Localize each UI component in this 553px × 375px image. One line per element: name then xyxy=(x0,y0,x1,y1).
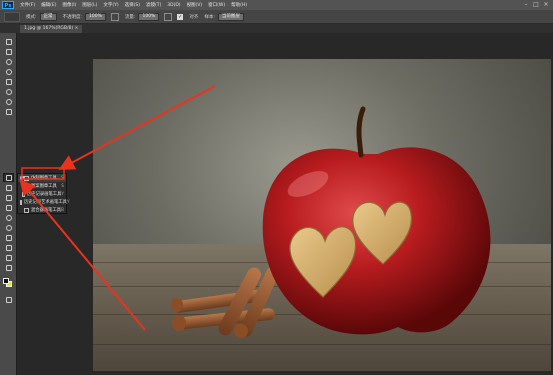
flyout-item-shortcut: S xyxy=(61,175,64,181)
document-tab[interactable]: 1.jpg @ 167%(RGB/8) × xyxy=(20,25,83,33)
menu-filter[interactable]: 滤镜(T) xyxy=(146,2,161,8)
ps-logo: Ps xyxy=(2,1,14,9)
photoshop-window: Ps 文件(F) 编辑(E) 图像(I) 图层(L) 文字(Y) 选择(S) 滤… xyxy=(0,0,553,375)
flyout-item-shortcut: Y xyxy=(66,199,70,205)
blur-tool-icon[interactable] xyxy=(3,213,14,222)
apple-photo xyxy=(93,59,551,371)
healing-brush-tool-icon[interactable] xyxy=(3,97,14,106)
crop-tool-icon[interactable] xyxy=(3,77,14,86)
aligned-label: 对齐 xyxy=(189,14,199,20)
airbrush-icon[interactable] xyxy=(164,12,173,21)
history-brush-tool-icon[interactable] xyxy=(3,183,14,192)
opacity-input[interactable]: 100% xyxy=(85,12,106,21)
path-select-tool-icon[interactable] xyxy=(3,253,14,262)
flyout-item-label: 混合器画笔工具 xyxy=(30,208,62,213)
mixer-brush-icon xyxy=(23,207,29,213)
apple-illustration xyxy=(171,106,491,338)
pressure-opacity-icon[interactable] xyxy=(110,12,119,21)
pattern-stamp-icon xyxy=(24,183,29,189)
flyout-item-shortcut: B xyxy=(61,207,64,213)
document-tab-bar: 1.jpg @ 167%(RGB/8) × xyxy=(0,24,553,33)
flow-label: 流量: xyxy=(124,14,136,20)
shape-tool-icon[interactable] xyxy=(3,263,14,272)
maximize-button[interactable]: □ xyxy=(531,1,541,9)
clone-stamp-flyout-menu: ■ 仿制图章工具 S 图案图章工具 S 历史记录画笔工具 Y 历史记录艺术画笔工… xyxy=(17,173,70,214)
flyout-item-label: 历史记录画笔工具 xyxy=(27,192,62,197)
flyout-item[interactable]: ■ 仿制图章工具 S xyxy=(18,174,66,182)
menu-file[interactable]: 文件(F) xyxy=(20,2,35,8)
options-bar: 模式: 正常 不透明度: 100% 流量: 100% ✓ 对齐 样本: 当前图层 xyxy=(0,10,553,24)
dodge-tool-icon[interactable] xyxy=(3,223,14,232)
menu-help[interactable]: 帮助(H) xyxy=(231,2,247,8)
menu-select[interactable]: 选择(S) xyxy=(125,2,140,8)
eyedropper-tool-icon[interactable] xyxy=(3,87,14,96)
pen-tool-icon[interactable] xyxy=(3,233,14,242)
move-tool-icon[interactable] xyxy=(3,37,14,46)
flow-input[interactable]: 100% xyxy=(138,12,160,21)
brush-tool-icon[interactable] xyxy=(3,107,14,116)
menu-image[interactable]: 图像(I) xyxy=(62,2,76,8)
minimize-button[interactable]: – xyxy=(521,1,531,9)
menu-3d[interactable]: 3D(D) xyxy=(167,3,180,8)
flyout-item-label: 历史记录艺术画笔工具 xyxy=(24,200,67,205)
type-tool-icon[interactable] xyxy=(3,243,14,252)
flyout-item-shortcut: Y xyxy=(61,191,64,197)
marquee-tool-icon[interactable] xyxy=(3,47,14,56)
flyout-item-shortcut: S xyxy=(61,183,64,189)
menu-window[interactable]: 窗口(W) xyxy=(208,2,225,8)
flyout-item-label: 仿制图章工具 xyxy=(31,176,57,181)
flyout-item-label: 图案图章工具 xyxy=(31,184,57,189)
mode-label: 模式: xyxy=(26,14,37,20)
aligned-checkbox[interactable]: ✓ xyxy=(177,13,184,20)
menu-view[interactable]: 视图(V) xyxy=(187,2,203,8)
flyout-item[interactable]: 历史记录画笔工具 Y xyxy=(18,190,66,198)
mode-select[interactable]: 正常 xyxy=(39,12,57,21)
quick-mask-icon[interactable] xyxy=(3,295,14,304)
quick-select-tool-icon[interactable] xyxy=(3,67,14,76)
flyout-item[interactable]: 历史记录艺术画笔工具 Y xyxy=(18,198,70,206)
toolbox xyxy=(0,33,17,375)
menu-type[interactable]: 文字(Y) xyxy=(103,2,118,8)
lasso-tool-icon[interactable] xyxy=(3,57,14,66)
menu-layer[interactable]: 图层(L) xyxy=(82,2,97,8)
sample-select[interactable]: 当前图层 xyxy=(217,12,244,21)
history-brush-icon xyxy=(21,191,25,197)
foreground-color-swatch[interactable] xyxy=(3,278,9,284)
close-button[interactable]: × xyxy=(541,1,551,9)
art-history-brush-icon xyxy=(20,199,22,205)
flyout-item[interactable]: 混合器画笔工具 B xyxy=(18,206,66,214)
opacity-label: 不透明度: xyxy=(62,14,83,20)
eraser-tool-icon[interactable] xyxy=(3,193,14,202)
flyout-item[interactable]: 图案图章工具 S xyxy=(18,182,66,190)
tool-preset-picker[interactable] xyxy=(4,11,20,22)
clone-stamp-tool-icon[interactable] xyxy=(3,173,14,182)
cinnamon-sticks xyxy=(171,266,280,338)
clone-stamp-icon xyxy=(24,175,29,181)
sample-label: 样本: xyxy=(204,14,215,20)
window-controls: – □ × xyxy=(521,1,551,9)
menu-bar: Ps 文件(F) 编辑(E) 图像(I) 图层(L) 文字(Y) 选择(S) 滤… xyxy=(0,0,553,10)
gradient-tool-icon[interactable] xyxy=(3,203,14,212)
menu-edit[interactable]: 编辑(E) xyxy=(41,2,56,8)
